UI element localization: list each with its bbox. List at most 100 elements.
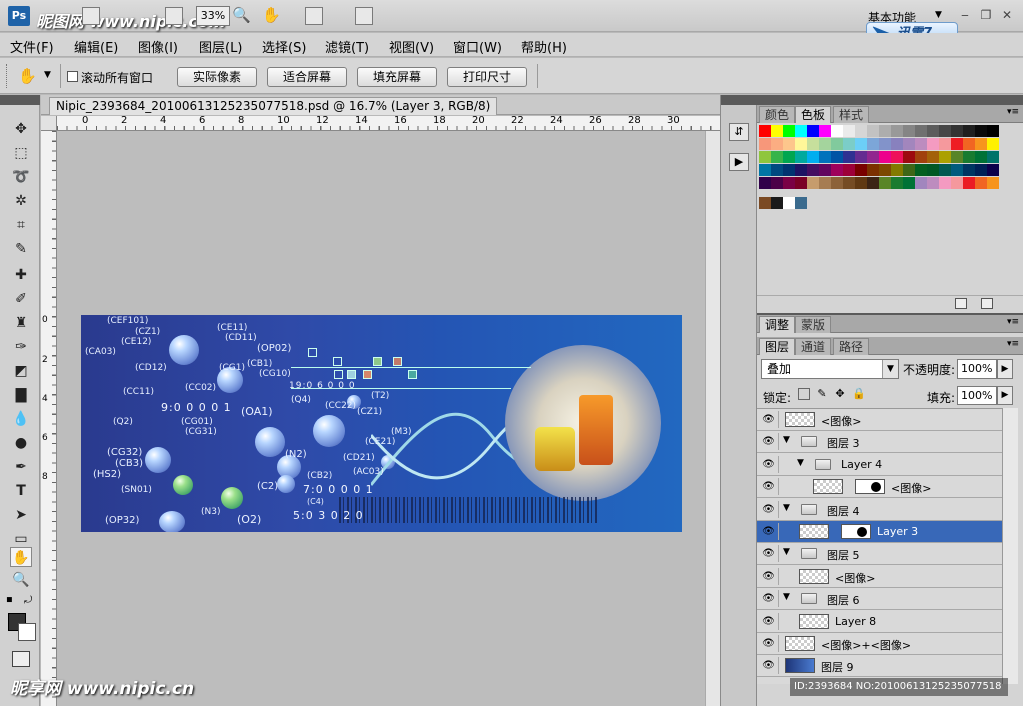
color-swatch[interactable] [807, 138, 819, 150]
color-swatch[interactable] [951, 125, 963, 137]
menu-edit[interactable]: 编辑(E) [74, 37, 118, 56]
color-swatch[interactable] [963, 151, 975, 163]
menu-help[interactable]: 帮助(H) [521, 37, 567, 56]
color-swatch[interactable] [843, 138, 855, 150]
ruler-vertical[interactable]: 0 2 4 6 8 [41, 131, 57, 706]
visibility-eye-icon[interactable]: 👁 [759, 455, 779, 473]
layer-row[interactable]: 👁 ▼ 图层 5 [757, 543, 1002, 566]
layer-row[interactable]: 👁 图层 9 [757, 655, 1002, 678]
canvas-scrollbar[interactable] [705, 131, 720, 706]
panel-header[interactable] [757, 95, 1023, 105]
color-swatch[interactable] [855, 151, 867, 163]
color-swatch[interactable] [795, 164, 807, 176]
color-swatch[interactable] [819, 151, 831, 163]
layer-row[interactable]: 👁 <图像> [757, 409, 1002, 431]
zoom-select[interactable]: 33% [196, 6, 230, 26]
color-swatch[interactable] [975, 164, 987, 176]
quick-mask-icon[interactable] [12, 651, 30, 667]
color-swatch[interactable] [987, 177, 999, 189]
panel-menu-icon[interactable]: ▾≡ [1007, 339, 1019, 349]
rotate-view-icon[interactable]: ✋ [262, 6, 281, 24]
trash-icon[interactable] [981, 298, 993, 309]
layers-scrollbar[interactable] [1002, 408, 1018, 684]
color-swatch[interactable] [759, 125, 771, 137]
fill-input[interactable]: 100% [957, 386, 997, 405]
expand-triangle-icon[interactable]: ▼ [783, 592, 790, 602]
color-swatch[interactable] [843, 125, 855, 137]
lock-transparency-icon[interactable] [798, 388, 810, 400]
ruler-horizontal[interactable]: 0 2 4 6 8 10 12 14 16 18 20 22 24 26 28 … [57, 116, 720, 131]
color-swatch[interactable] [843, 177, 855, 189]
color-swatch[interactable] [951, 164, 963, 176]
color-swatch[interactable] [807, 164, 819, 176]
visibility-eye-icon[interactable]: 👁 [759, 635, 779, 652]
shape-tool-icon[interactable]: ▭ [10, 529, 32, 549]
swap-colors-icon[interactable]: ⤾ [24, 595, 32, 606]
layer-row[interactable]: 👁 ▼ 图层 4 [757, 498, 1002, 521]
panel-menu-icon[interactable]: ▾≡ [1007, 107, 1019, 117]
color-swatch[interactable] [939, 177, 951, 189]
color-swatch[interactable] [807, 177, 819, 189]
brush-tool-icon[interactable]: ✐ [10, 289, 32, 309]
panel-menu-icon[interactable]: ▾≡ [1007, 317, 1019, 327]
visibility-eye-icon[interactable]: 👁 [759, 657, 779, 675]
new-swatch-icon[interactable] [955, 298, 967, 309]
color-swatch[interactable] [891, 164, 903, 176]
visibility-eye-icon[interactable]: 👁 [759, 545, 779, 563]
color-swatch[interactable] [891, 138, 903, 150]
history-panel-icon[interactable]: ⇵ [729, 123, 749, 141]
print-size-button[interactable]: 打印尺寸 [447, 67, 527, 87]
color-swatch[interactable] [795, 177, 807, 189]
arrange-documents-icon[interactable] [305, 7, 323, 25]
color-swatch[interactable] [975, 177, 987, 189]
color-swatch[interactable] [783, 164, 795, 176]
fill-screen-button[interactable]: 填充屏幕 [357, 67, 437, 87]
zoom-tool-icon[interactable]: 🔍 [10, 570, 32, 590]
eraser-tool-icon[interactable]: ◩ [10, 361, 32, 381]
color-swatch[interactable] [831, 125, 843, 137]
color-swatch[interactable] [891, 177, 903, 189]
color-swatch[interactable] [807, 125, 819, 137]
layer-row[interactable]: 👁 <图像> [757, 476, 1002, 499]
color-swatch[interactable] [867, 125, 879, 137]
actions-panel-icon[interactable]: ▶ [729, 153, 749, 171]
color-swatch[interactable] [927, 151, 939, 163]
color-swatch[interactable] [783, 125, 795, 137]
color-swatch[interactable] [903, 151, 915, 163]
tab-color[interactable]: 颜色 [759, 106, 796, 123]
background-color-swatch[interactable] [18, 623, 36, 641]
color-swatch[interactable] [783, 138, 795, 150]
visibility-eye-icon[interactable]: 👁 [759, 523, 779, 540]
visibility-eye-icon[interactable]: 👁 [759, 612, 779, 630]
color-swatch[interactable] [951, 177, 963, 189]
menu-file[interactable]: 文件(F) [10, 37, 54, 56]
tab-styles[interactable]: 样式 [833, 106, 870, 123]
document-tab[interactable]: Nipic_2393684_20100613125235077518.psd @… [49, 97, 498, 115]
layer-mask-thumbnail[interactable] [855, 479, 885, 495]
layer-row[interactable]: 👁 ▼ 图层 6 [757, 588, 1002, 611]
tab-adjustments[interactable]: 调整 [759, 316, 796, 333]
color-swatch[interactable] [879, 164, 891, 176]
color-swatch[interactable] [903, 138, 915, 150]
opacity-slider-toggle[interactable]: ▶ [997, 359, 1013, 379]
expand-triangle-icon[interactable]: ▼ [783, 547, 790, 557]
color-swatch[interactable] [795, 138, 807, 150]
color-swatch[interactable] [843, 164, 855, 176]
color-swatch[interactable] [831, 138, 843, 150]
color-swatch[interactable] [927, 177, 939, 189]
color-swatch[interactable] [879, 138, 891, 150]
color-swatch[interactable] [963, 164, 975, 176]
layer-row[interactable]: 👁 ▼ Layer 4 [757, 453, 1002, 476]
color-swatch[interactable] [795, 125, 807, 137]
color-swatch[interactable] [855, 177, 867, 189]
color-swatch[interactable] [903, 177, 915, 189]
color-swatch[interactable] [915, 151, 927, 163]
menu-window[interactable]: 窗口(W) [453, 37, 502, 56]
tab-channels[interactable]: 通道 [795, 338, 832, 355]
color-swatch[interactable] [987, 151, 999, 163]
color-swatch[interactable] [939, 125, 951, 137]
color-swatch[interactable] [759, 177, 771, 189]
menu-select[interactable]: 选择(S) [262, 37, 306, 56]
move-tool-icon[interactable]: ✥ [10, 119, 32, 139]
color-swatch[interactable] [759, 164, 771, 176]
